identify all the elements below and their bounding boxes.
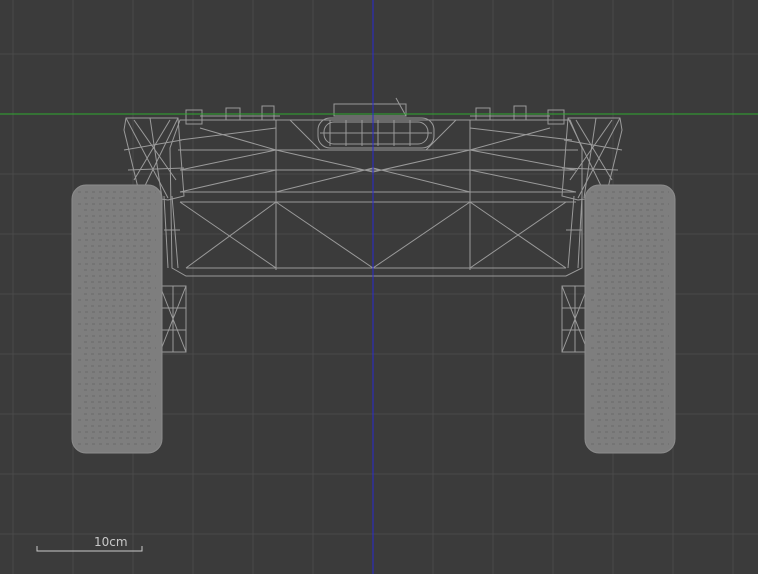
viewport-canvas[interactable]: [0, 0, 758, 574]
chassis-body: [169, 119, 583, 277]
right-wheel-hub: [561, 285, 589, 353]
right-wheel: [584, 184, 676, 454]
left-wheel-hub: [159, 285, 187, 353]
left-wheel: [71, 184, 163, 454]
3d-viewport[interactable]: 10cm: [0, 0, 758, 574]
scale-bar-label: 10cm: [94, 535, 128, 549]
